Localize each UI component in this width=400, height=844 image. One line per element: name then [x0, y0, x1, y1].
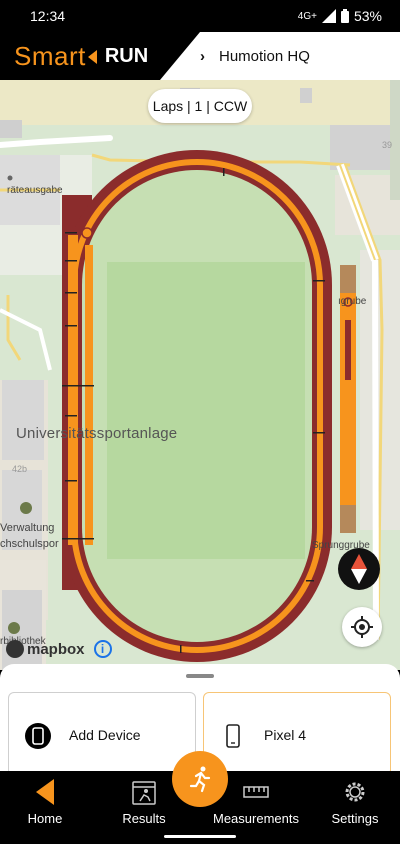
map-label-39: 39 — [382, 140, 393, 150]
map-view[interactable]: räteausgabe ıgrube Universitätssportanla… — [0, 80, 400, 670]
logo-arrow-icon — [87, 49, 97, 64]
mapbox-text: mapbox — [27, 640, 85, 658]
nav-settings[interactable]: Settings — [310, 779, 400, 826]
battery-percent: 53% — [353, 8, 382, 24]
app-header: Smart RUN › Humotion HQ — [0, 32, 400, 80]
home-icon — [36, 779, 54, 805]
nav-results-label: Results — [122, 811, 166, 826]
map-label-sprunggrube-top: ıgrube — [338, 296, 367, 307]
signal-icon — [321, 9, 336, 23]
pixel-4-card[interactable]: Pixel 4 — [203, 692, 391, 776]
map-label-sportanlage: Universitätssportanlage — [16, 425, 178, 442]
network-label: 4G+ — [297, 10, 317, 22]
map-label-geraeteausgabe: räteausgabe — [7, 185, 63, 196]
nav-home[interactable]: Home — [0, 779, 90, 826]
results-icon — [132, 781, 156, 805]
gear-icon — [345, 782, 365, 802]
phone-icon — [25, 723, 51, 749]
compass-icon — [351, 554, 367, 584]
pixel-4-label: Pixel 4 — [264, 727, 307, 743]
start-run-button[interactable] — [172, 751, 228, 807]
mapbox-logo-icon — [6, 640, 24, 658]
gesture-home-indicator — [164, 835, 236, 838]
mapbox-attribution[interactable]: mapbox i — [6, 640, 112, 658]
status-bar: 12:34 4G+ 53% — [0, 0, 400, 32]
ruler-icon — [243, 786, 269, 798]
info-icon[interactable]: i — [93, 640, 112, 658]
locate-me-button[interactable] — [342, 607, 382, 647]
map-label-42b: 42b — [12, 464, 28, 474]
app-logo: Smart RUN — [14, 41, 148, 72]
map-canvas — [0, 80, 400, 670]
sheet-drag-handle[interactable] — [186, 674, 214, 678]
chevron-right-icon: › — [200, 47, 205, 65]
battery-icon — [340, 9, 349, 23]
nav-settings-label: Settings — [331, 811, 379, 826]
status-indicators: 4G+ 53% — [298, 8, 382, 24]
laps-indicator[interactable]: Laps | 1 | CCW — [148, 89, 252, 123]
location-name: Humotion HQ — [219, 47, 310, 65]
location-selector[interactable]: › Humotion HQ — [200, 32, 310, 80]
map-label-hochschulsport: chschulspor — [0, 538, 59, 550]
nav-home-label: Home — [27, 811, 63, 826]
nav-measurements-label: Measurements — [213, 811, 299, 826]
logo-run: RUN — [104, 45, 149, 67]
phone-outline-icon — [226, 724, 240, 748]
map-label-verwaltung: Verwaltung — [0, 522, 55, 534]
runner-icon — [189, 766, 211, 793]
add-device-label: Add Device — [69, 727, 141, 743]
add-device-card[interactable]: Add Device — [8, 692, 196, 776]
status-time: 12:34 — [30, 8, 66, 24]
crosshair-icon — [351, 616, 373, 638]
compass-button[interactable] — [338, 548, 380, 590]
logo-smart: Smart — [14, 41, 86, 71]
